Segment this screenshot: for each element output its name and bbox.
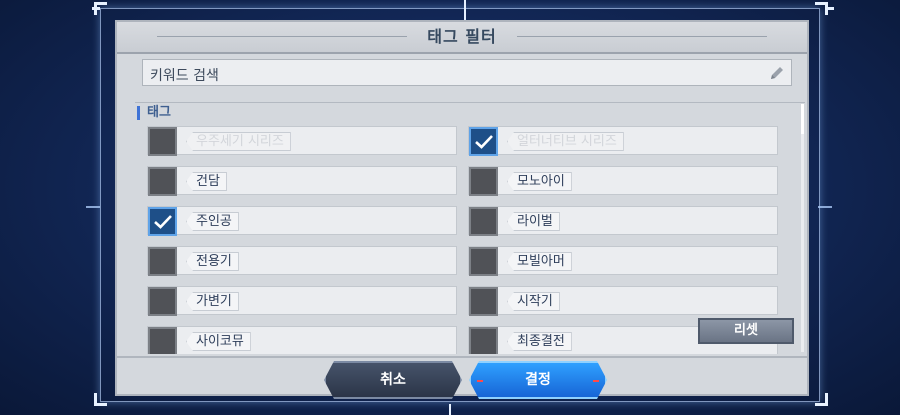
tag-item[interactable]: 라이벌 (468, 206, 778, 236)
tag-checkbox-checked[interactable] (469, 127, 498, 156)
right-side-tick (818, 206, 832, 208)
tag-item[interactable]: 주인공 (147, 206, 457, 236)
hud-top-right-mark (826, 7, 834, 10)
tag-item[interactable]: 시작기 (468, 286, 778, 316)
check-icon (475, 135, 493, 149)
confirm-button-label: 결정 (525, 372, 551, 388)
dialog-title: 태그 필터 (427, 27, 497, 46)
tag-checkbox[interactable] (148, 247, 177, 276)
confirm-accent-left (477, 380, 483, 382)
title-rule-right (517, 36, 767, 37)
title-rule-left (157, 36, 407, 37)
tag-checkbox[interactable] (469, 247, 498, 276)
tag-label: 최종결전 (507, 332, 572, 351)
tag-item[interactable]: 모노아이 (468, 166, 778, 196)
tag-label: 모노아이 (507, 172, 572, 191)
dialog-bottom-strip (117, 356, 807, 358)
tag-label: 라이벌 (507, 212, 560, 231)
hud-top-center-tick (464, 0, 466, 22)
left-side-tick (86, 206, 100, 208)
scrollbar-thumb[interactable] (801, 104, 804, 134)
search-placeholder: 키워드 검색 (150, 68, 219, 84)
tag-label: 모빌아머 (507, 252, 572, 271)
tag-label: 전용기 (186, 252, 239, 271)
tag-item[interactable]: 가변기 (147, 286, 457, 316)
reset-button[interactable]: 리셋 (698, 318, 794, 344)
tag-checkbox[interactable] (148, 327, 177, 354)
scrollbar-track[interactable] (801, 104, 804, 352)
tag-label: 시작기 (507, 292, 560, 311)
section-divider (135, 102, 805, 103)
tag-item[interactable]: 모빌아머 (468, 246, 778, 276)
tag-checkbox[interactable] (148, 167, 177, 196)
cancel-button[interactable]: 취소 (324, 361, 462, 399)
tag-label: 사이코뮤 (186, 332, 251, 351)
tag-item[interactable]: 사이코뮤 (147, 326, 457, 354)
pencil-icon[interactable] (769, 65, 785, 81)
hud-top-left-mark (92, 7, 100, 10)
dialog-title-bar: 태그 필터 (117, 22, 807, 54)
tag-label: 가변기 (186, 292, 239, 311)
tag-label: 건담 (186, 172, 227, 191)
check-icon (154, 215, 172, 229)
tag-checkbox[interactable] (469, 287, 498, 316)
tag-checkbox[interactable] (148, 127, 177, 156)
confirm-accent-right (593, 380, 599, 382)
tag-label: 주인공 (186, 212, 239, 231)
tag-item[interactable]: 전용기 (147, 246, 457, 276)
tag-item[interactable]: 우주세기 시리즈 (147, 126, 457, 156)
hud-corner-bottom-left (94, 393, 107, 406)
tag-label: 우주세기 시리즈 (186, 132, 291, 151)
tag-checkbox[interactable] (469, 207, 498, 236)
tag-checkbox[interactable] (469, 167, 498, 196)
tag-filter-dialog: 태그 필터 키워드 검색 태그 우주세기 시리즈 얼터너티브 시리즈 건담 모노… (115, 20, 809, 396)
tag-section-label: 태그 (137, 106, 171, 120)
tag-item[interactable]: 건담 (147, 166, 457, 196)
hud-corner-bottom-right (815, 393, 828, 406)
tag-checkbox-checked[interactable] (148, 207, 177, 236)
tag-checkbox[interactable] (469, 327, 498, 354)
hud-bottom-center-tick (449, 404, 451, 415)
tag-item[interactable]: 얼터너티브 시리즈 (468, 126, 778, 156)
tag-label: 얼터너티브 시리즈 (507, 132, 624, 151)
confirm-button[interactable]: 결정 (469, 361, 607, 399)
cancel-button-label: 취소 (380, 372, 406, 388)
tag-checkbox[interactable] (148, 287, 177, 316)
keyword-search-input[interactable]: 키워드 검색 (142, 59, 792, 86)
